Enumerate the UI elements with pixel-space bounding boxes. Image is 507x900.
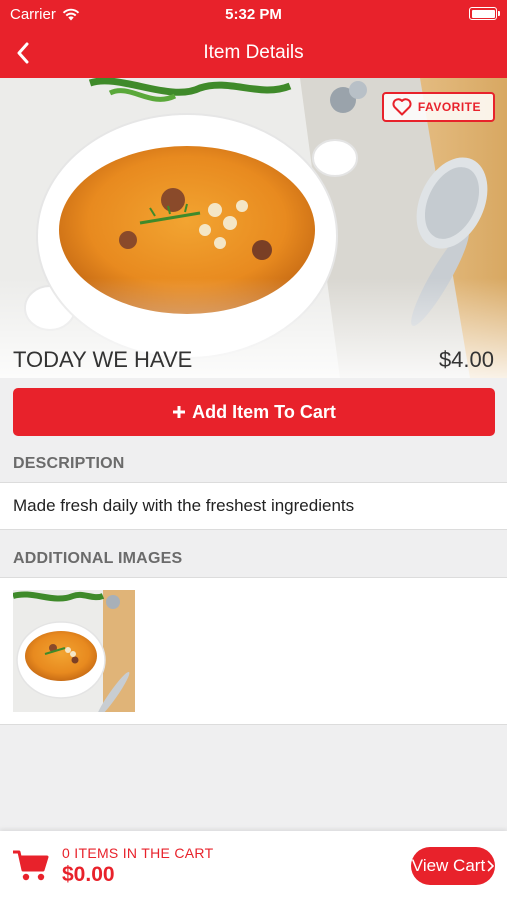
plus-icon xyxy=(173,406,186,418)
favorite-button[interactable]: FAVORITE xyxy=(381,92,495,122)
status-bar: Carrier 5:32 PM xyxy=(0,0,507,28)
additional-images-list xyxy=(0,577,507,725)
page-title: Item Details xyxy=(203,42,304,63)
battery-icon xyxy=(469,7,500,20)
shopping-cart-icon[interactable] xyxy=(12,849,50,883)
view-cart-label: View Cart xyxy=(411,856,486,875)
nav-bar: Item Details xyxy=(0,28,507,78)
soup-photo xyxy=(0,78,507,378)
cart-summary-bar: 0 ITEMS IN THE CART $0.00 View Cart xyxy=(0,831,507,900)
chevron-right-icon xyxy=(487,860,495,872)
description-text: Made fresh daily with the freshest ingre… xyxy=(0,482,507,530)
item-hero-image: FAVORITE xyxy=(0,78,507,378)
cart-total: $0.00 xyxy=(62,863,115,886)
cart-item-count: 0 ITEMS IN THE CART xyxy=(62,845,214,861)
item-name: TODAY WE HAVE xyxy=(13,347,193,372)
favorite-label: FAVORITE xyxy=(417,100,481,114)
item-price: $4.00 xyxy=(438,347,494,372)
additional-image-thumbnail[interactable] xyxy=(13,590,135,712)
heart-icon xyxy=(392,98,412,116)
description-header: DESCRIPTION xyxy=(0,446,507,482)
view-cart-button[interactable]: View Cart xyxy=(411,847,495,885)
add-to-cart-button[interactable]: Add Item To Cart xyxy=(13,388,495,436)
status-time: 5:32 PM xyxy=(225,6,282,23)
add-to-cart-label: Add Item To Cart xyxy=(192,401,336,422)
soup-thumbnail-photo xyxy=(13,590,135,712)
additional-images-header: ADDITIONAL IMAGES xyxy=(0,541,507,577)
